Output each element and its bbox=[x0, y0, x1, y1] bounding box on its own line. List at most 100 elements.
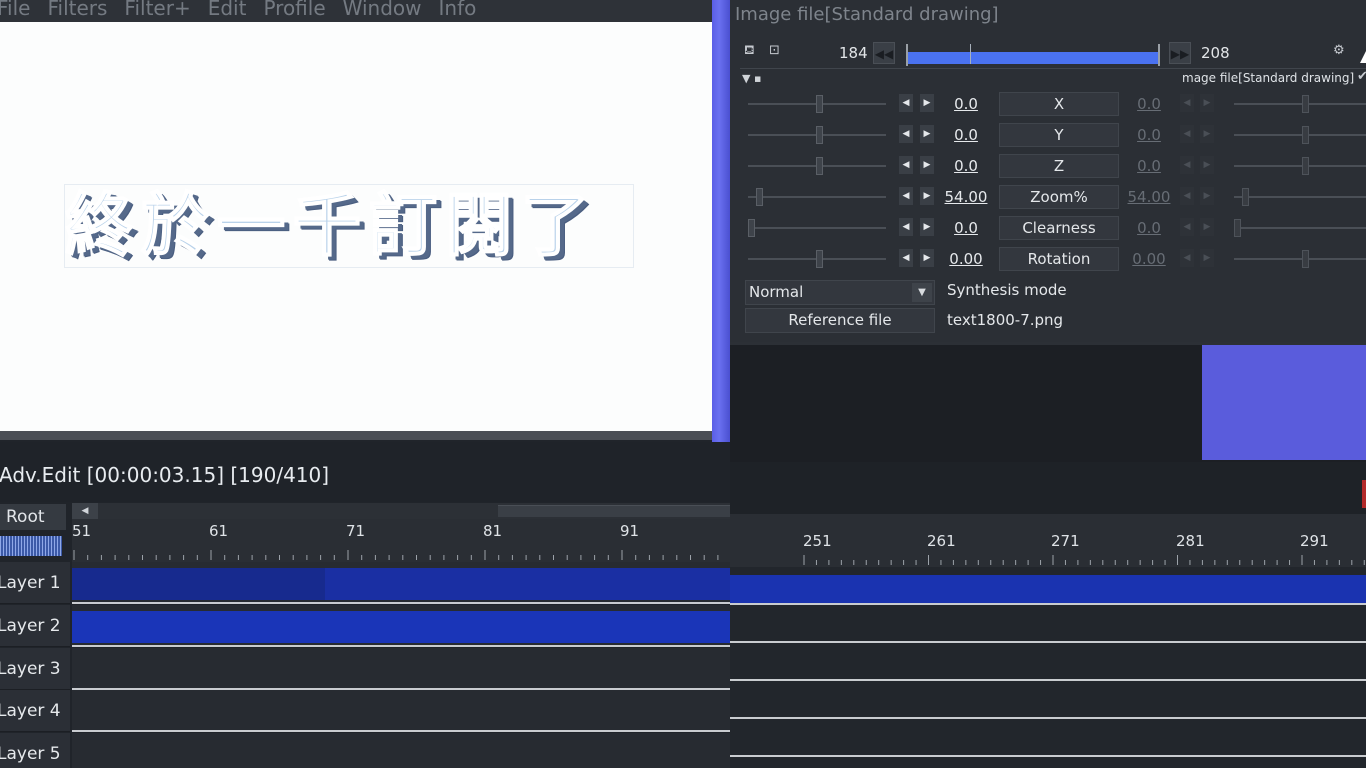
frame-range-bar[interactable] bbox=[906, 44, 1160, 66]
frame-icon[interactable]: ⊡ bbox=[769, 43, 780, 58]
menu-profile[interactable]: Profile bbox=[263, 0, 342, 18]
end-value-slider[interactable] bbox=[1234, 250, 1366, 268]
increment-icon[interactable]: ▶ bbox=[920, 125, 934, 143]
decrement-icon[interactable]: ◀ bbox=[899, 125, 913, 143]
menu-file[interactable]: File bbox=[0, 0, 47, 18]
increment-icon[interactable]: ▶ bbox=[920, 218, 934, 236]
param-button-y[interactable]: Y bbox=[999, 123, 1119, 147]
layer-label-2[interactable]: Layer 2 bbox=[0, 605, 70, 647]
end-value-slider[interactable] bbox=[1234, 126, 1366, 144]
param-button-x[interactable]: X bbox=[999, 92, 1119, 116]
layer-label-3[interactable]: Layer 3 bbox=[0, 648, 70, 690]
timeline-clip[interactable] bbox=[730, 575, 1366, 603]
param-button-rotation[interactable]: Rotation bbox=[999, 247, 1119, 271]
timeline-clip[interactable] bbox=[72, 611, 730, 643]
param-button-clearness[interactable]: Clearness bbox=[999, 216, 1119, 240]
decrement-icon[interactable]: ◀ bbox=[899, 187, 913, 205]
increment-icon[interactable]: ▶ bbox=[1200, 94, 1214, 112]
start-value-slider[interactable] bbox=[748, 219, 886, 237]
decrement-icon[interactable]: ◀ bbox=[1180, 156, 1194, 174]
next-keyframe-icon[interactable]: ▶▶ bbox=[1169, 42, 1191, 64]
increment-icon[interactable]: ▶ bbox=[920, 156, 934, 174]
layer-track-5[interactable] bbox=[72, 733, 730, 768]
decrement-icon[interactable]: ◀ bbox=[1180, 94, 1194, 112]
start-value-slider[interactable] bbox=[748, 126, 886, 144]
param-end-value[interactable]: 0.00 bbox=[1122, 250, 1176, 268]
layer-label-5[interactable]: Layer 5 bbox=[0, 733, 70, 768]
end-value-slider[interactable] bbox=[1234, 188, 1366, 206]
prev-keyframe-icon[interactable]: ◀◀ bbox=[873, 42, 895, 64]
layer-track-right-5[interactable] bbox=[730, 719, 1366, 757]
param-button-zoom[interactable]: Zoom% bbox=[999, 185, 1119, 209]
layer-track-right-6[interactable] bbox=[730, 757, 1366, 768]
param-start-value[interactable]: 0.0 bbox=[940, 95, 992, 113]
param-start-value[interactable]: 0.0 bbox=[940, 126, 992, 144]
param-start-value[interactable]: 0.00 bbox=[940, 250, 992, 268]
collapse-triangle-icon[interactable]: ▼ ▪ bbox=[742, 72, 761, 85]
start-value-slider[interactable] bbox=[748, 157, 886, 175]
layer-label-4[interactable]: Layer 4 bbox=[0, 690, 70, 732]
decrement-icon[interactable]: ◀ bbox=[899, 156, 913, 174]
param-start-value[interactable]: 0.0 bbox=[940, 157, 992, 175]
reference-file-button[interactable]: Reference file bbox=[745, 308, 935, 333]
start-value-slider[interactable] bbox=[748, 95, 886, 113]
chevron-down-icon[interactable]: ▼ bbox=[912, 283, 932, 302]
param-start-value[interactable]: 54.00 bbox=[940, 188, 992, 206]
end-value-slider[interactable] bbox=[1234, 219, 1366, 237]
decrement-icon[interactable]: ◀ bbox=[899, 94, 913, 112]
end-value-slider[interactable] bbox=[1234, 157, 1366, 175]
increment-icon[interactable]: ▶ bbox=[920, 94, 934, 112]
preview-image-bounds[interactable]: 終於一千訂閱了 bbox=[64, 184, 634, 268]
menu-filters[interactable]: Filters bbox=[47, 0, 124, 18]
increment-icon[interactable]: ▶ bbox=[1200, 249, 1214, 267]
layer-track-1[interactable] bbox=[72, 562, 730, 604]
increment-icon[interactable]: ▶ bbox=[1200, 125, 1214, 143]
timeline-clip[interactable] bbox=[325, 568, 730, 600]
scrollbar-thumb[interactable] bbox=[498, 505, 730, 517]
menu-window[interactable]: Window bbox=[343, 0, 439, 18]
settings-gear-icon[interactable]: ⚙ bbox=[1333, 43, 1345, 58]
param-end-value[interactable]: 54.00 bbox=[1122, 188, 1176, 206]
blend-mode-value: Normal bbox=[749, 283, 804, 301]
layer-track-4[interactable] bbox=[72, 690, 730, 732]
param-start-value[interactable]: 0.0 bbox=[940, 219, 992, 237]
increment-icon[interactable]: ▶ bbox=[1200, 187, 1214, 205]
start-value-slider[interactable] bbox=[748, 250, 886, 268]
param-end-value[interactable]: 0.0 bbox=[1122, 126, 1176, 144]
increment-icon[interactable]: ▶ bbox=[920, 187, 934, 205]
frame-cursor[interactable] bbox=[970, 44, 971, 64]
blend-mode-select[interactable]: Normal ▼ bbox=[745, 280, 935, 305]
menu-info[interactable]: Info bbox=[439, 0, 494, 18]
increment-icon[interactable]: ▶ bbox=[1200, 218, 1214, 236]
menu-filter-plus[interactable]: Filter+ bbox=[124, 0, 207, 18]
timeline-ruler-right[interactable]: 251 261 271 281 291 bbox=[730, 514, 1366, 567]
decrement-icon[interactable]: ◀ bbox=[1180, 125, 1194, 143]
layer-label-1[interactable]: Layer 1 bbox=[0, 562, 70, 604]
layer-track-right-1[interactable] bbox=[730, 567, 1366, 605]
camera-control-icon[interactable]: ⛾ bbox=[744, 43, 755, 60]
param-end-value[interactable]: 0.0 bbox=[1122, 157, 1176, 175]
layer-track-right-3[interactable] bbox=[730, 643, 1366, 681]
timeline-scrollbar[interactable]: ◀ bbox=[72, 503, 730, 519]
decrement-icon[interactable]: ◀ bbox=[1180, 218, 1194, 236]
param-end-value[interactable]: 0.0 bbox=[1122, 219, 1176, 237]
layer-track-2[interactable] bbox=[72, 605, 730, 647]
decrement-icon[interactable]: ◀ bbox=[899, 249, 913, 267]
end-value-slider[interactable] bbox=[1234, 95, 1366, 113]
enable-checkbox[interactable]: ✔ bbox=[1357, 69, 1366, 84]
param-button-z[interactable]: Z bbox=[999, 154, 1119, 178]
menu-edit[interactable]: Edit bbox=[208, 0, 264, 18]
param-end-value[interactable]: 0.0 bbox=[1122, 95, 1176, 113]
timeline-ruler-left[interactable]: 51 61 71 81 91 bbox=[72, 519, 730, 562]
decrement-icon[interactable]: ◀ bbox=[1180, 187, 1194, 205]
decrement-icon[interactable]: ◀ bbox=[899, 218, 913, 236]
layer-track-3[interactable] bbox=[72, 648, 730, 690]
start-value-slider[interactable] bbox=[748, 188, 886, 206]
increment-icon[interactable]: ▶ bbox=[920, 249, 934, 267]
increment-icon[interactable]: ▶ bbox=[1200, 156, 1214, 174]
scroll-left-icon[interactable]: ◀ bbox=[72, 503, 98, 519]
decrement-icon[interactable]: ◀ bbox=[1180, 249, 1194, 267]
layer-track-right-4[interactable] bbox=[730, 681, 1366, 719]
root-button[interactable]: Root bbox=[0, 504, 66, 530]
layer-track-right-2[interactable] bbox=[730, 605, 1366, 643]
